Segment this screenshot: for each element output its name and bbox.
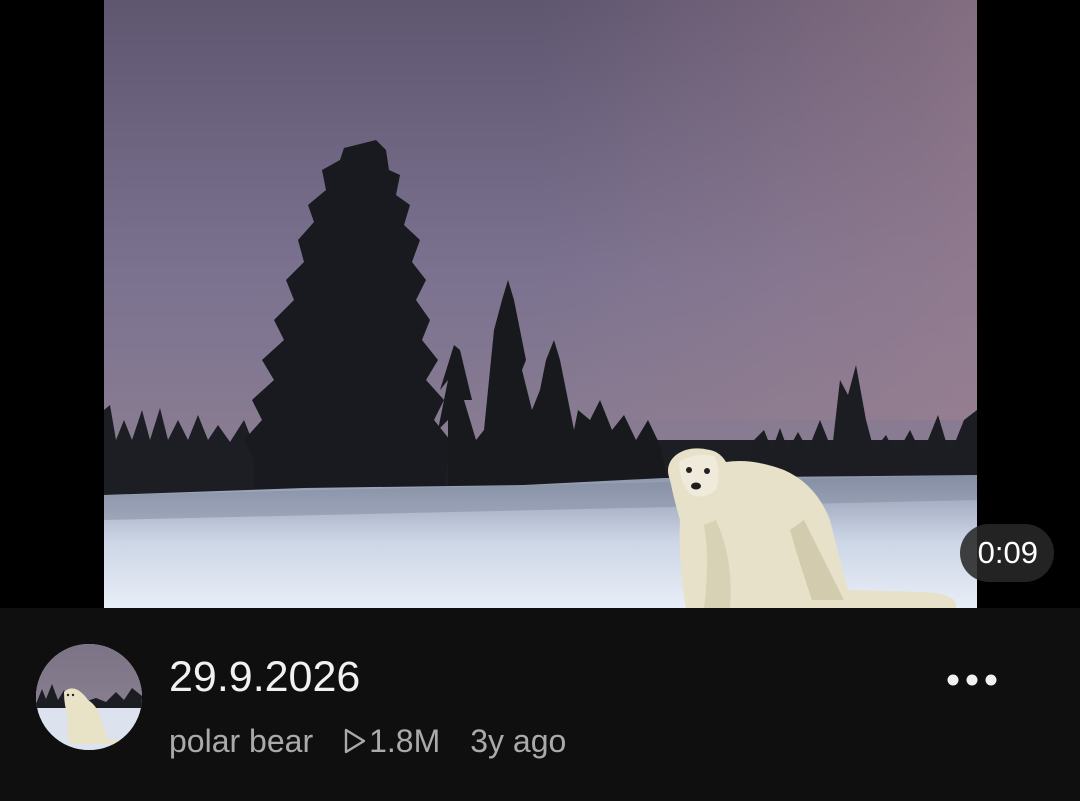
video-player[interactable]: 0:09 xyxy=(0,0,1080,608)
view-count-text: 1.8M xyxy=(369,723,441,759)
duration-badge: 0:09 xyxy=(959,524,1054,582)
thumbnail-image xyxy=(104,0,977,608)
upload-age: 3y ago xyxy=(470,723,567,759)
video-metadata: polar bear 1.8M 3y ago xyxy=(169,721,566,761)
video-thumbnail[interactable] xyxy=(104,0,977,608)
channel-name[interactable]: polar bear xyxy=(169,721,313,761)
avatar-image xyxy=(36,644,142,750)
duration-text: 0:09 xyxy=(977,535,1038,570)
video-info[interactable]: 29.9.2026 polar bear 1.8M 3y ago xyxy=(0,608,1080,801)
play-triangle-icon xyxy=(344,728,366,754)
video-title[interactable]: 29.9.2026 xyxy=(169,651,360,703)
more-options-button[interactable] xyxy=(934,656,1010,704)
view-count: 1.8M xyxy=(343,721,440,761)
more-dots-icon xyxy=(947,674,997,686)
channel-avatar[interactable] xyxy=(36,644,142,750)
